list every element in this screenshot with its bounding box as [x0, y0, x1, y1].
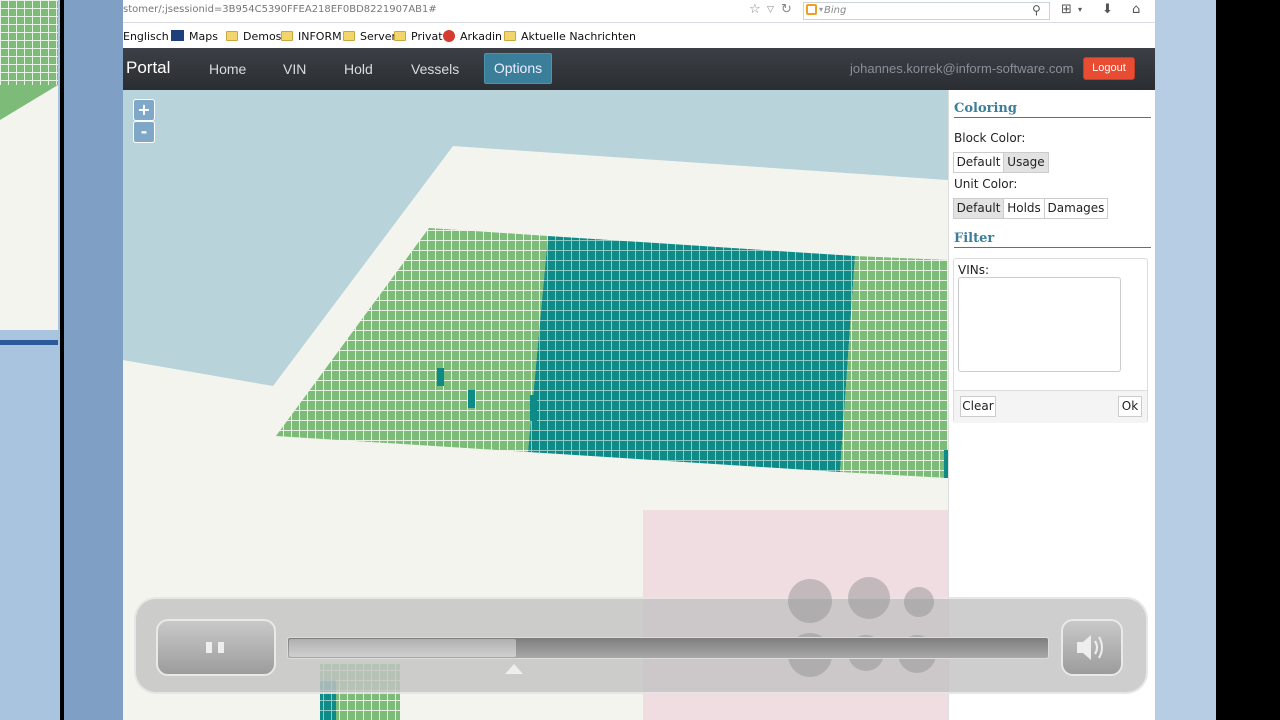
desktop-right-background — [1155, 0, 1216, 720]
bookmark-label: INFORM — [298, 30, 342, 43]
search-icon[interactable]: ⚲ — [1032, 3, 1041, 17]
extension-icon[interactable]: ⊞ — [1061, 2, 1072, 17]
clear-button[interactable]: Clear — [960, 396, 996, 417]
unit-color-holds-button[interactable]: Holds — [1003, 198, 1045, 219]
bookmark-demos[interactable]: Demos — [226, 30, 281, 43]
nav-vessels[interactable]: Vessels — [411, 61, 459, 77]
video-player-controls — [134, 577, 1148, 694]
pause-icon — [218, 642, 224, 653]
filter-title: Filter — [954, 231, 1151, 248]
bookmark-server[interactable]: Server — [343, 30, 396, 43]
bookmark-englisch[interactable]: Englisch — [123, 30, 169, 43]
overlay-dot — [788, 579, 832, 623]
logout-button[interactable]: Logout — [1083, 57, 1135, 80]
nav-home[interactable]: Home — [209, 61, 246, 77]
bookmark-label: Privat — [411, 30, 443, 43]
background-window-map — [0, 0, 58, 330]
nav-hold[interactable]: Hold — [344, 61, 373, 77]
background-green-block-edge — [0, 85, 58, 120]
bing-icon — [806, 4, 817, 15]
brand-logo[interactable]: Portal — [126, 58, 170, 78]
search-placeholder: Bing — [824, 5, 847, 16]
block-center — [528, 236, 855, 472]
search-engine-dropdown-icon[interactable]: ▾ — [819, 5, 823, 14]
progress-fill — [289, 639, 516, 657]
pause-icon — [206, 642, 212, 653]
address-url[interactable]: stomer/;jsessionid=3B954C5390FFEA218EF0B… — [123, 4, 437, 15]
block-color-default-button[interactable]: Default — [953, 152, 1004, 173]
folder-icon — [281, 31, 293, 41]
maps-icon — [171, 30, 184, 41]
extension-dropdown-icon[interactable]: ▾ — [1078, 5, 1082, 14]
bookmark-arkadin[interactable]: Arkadin — [443, 30, 502, 43]
progress-bar[interactable] — [287, 637, 1049, 659]
bookmark-inform[interactable]: INFORM — [281, 30, 342, 43]
search-box[interactable]: ▾ Bing ⚲ — [803, 2, 1050, 20]
volume-button[interactable] — [1061, 619, 1123, 676]
block-color-usage-button[interactable]: Usage — [1003, 152, 1049, 173]
speaker-icon — [1077, 635, 1103, 660]
overlay-dot — [848, 577, 890, 619]
bookmark-privat[interactable]: Privat — [394, 30, 443, 43]
folder-icon — [394, 31, 406, 41]
download-icon[interactable]: ⬇ — [1102, 2, 1113, 17]
zoom-in-button[interactable]: + — [133, 99, 155, 121]
unit-color-default-button[interactable]: Default — [953, 198, 1004, 219]
rss-folder-icon — [504, 31, 516, 41]
app-navbar: Portal Home VIN Hold Vessels Options joh… — [123, 48, 1155, 90]
overlay-dot — [904, 587, 934, 617]
pause-button[interactable] — [156, 619, 276, 676]
bookmark-label: Maps — [189, 30, 218, 43]
vins-textarea[interactable] — [958, 277, 1121, 372]
bookmark-star-icon[interactable]: ☆ — [749, 2, 761, 17]
unit-color-damages-button[interactable]: Damages — [1044, 198, 1108, 219]
background-window-titlebar — [0, 340, 58, 345]
address-bar[interactable]: stomer/;jsessionid=3B954C5390FFEA218EF0B… — [123, 0, 1155, 23]
user-email: johannes.korrek@inform-software.com — [850, 61, 1074, 76]
folder-icon — [226, 31, 238, 41]
block-right — [840, 256, 948, 478]
ok-button[interactable]: Ok — [1118, 396, 1142, 417]
nav-vin[interactable]: VIN — [283, 61, 306, 77]
home-icon[interactable]: ⌂ — [1132, 2, 1140, 17]
desktop-left-background — [0, 0, 60, 720]
zoom-out-button[interactable]: - — [133, 121, 155, 143]
history-dropdown-icon[interactable]: ▽ — [767, 5, 774, 15]
vins-label: VINs: — [958, 263, 990, 277]
block-color-label: Block Color: — [954, 131, 1026, 145]
background-green-block — [0, 0, 58, 85]
bookmark-label: Aktuelle Nachrichten — [521, 30, 636, 43]
filter-footer: Clear Ok — [954, 390, 1147, 423]
reload-icon[interactable]: ↻ — [781, 2, 792, 17]
bookmark-maps[interactable]: Maps — [171, 30, 218, 43]
bookmark-aktuelle-nachrichten[interactable]: Aktuelle Nachrichten — [504, 30, 636, 43]
nav-options[interactable]: Options — [484, 53, 552, 84]
arkadin-icon — [443, 30, 455, 42]
bookmark-label: Server — [360, 30, 397, 43]
filter-panel: VINs: Clear Ok — [953, 258, 1148, 423]
used-slot — [530, 395, 537, 421]
bookmark-label: Arkadin — [460, 30, 502, 43]
folder-icon — [343, 31, 355, 41]
unit-color-label: Unit Color: — [954, 177, 1018, 191]
used-slot — [468, 390, 475, 408]
coloring-title: Coloring — [954, 101, 1151, 118]
bookmark-label: Englisch — [123, 30, 169, 43]
used-slot — [437, 368, 444, 386]
bookmarks-bar: Englisch Maps Demos INFORM Server Privat… — [123, 24, 1155, 48]
bookmark-label: Demos — [243, 30, 282, 43]
scrub-handle[interactable] — [505, 664, 523, 674]
